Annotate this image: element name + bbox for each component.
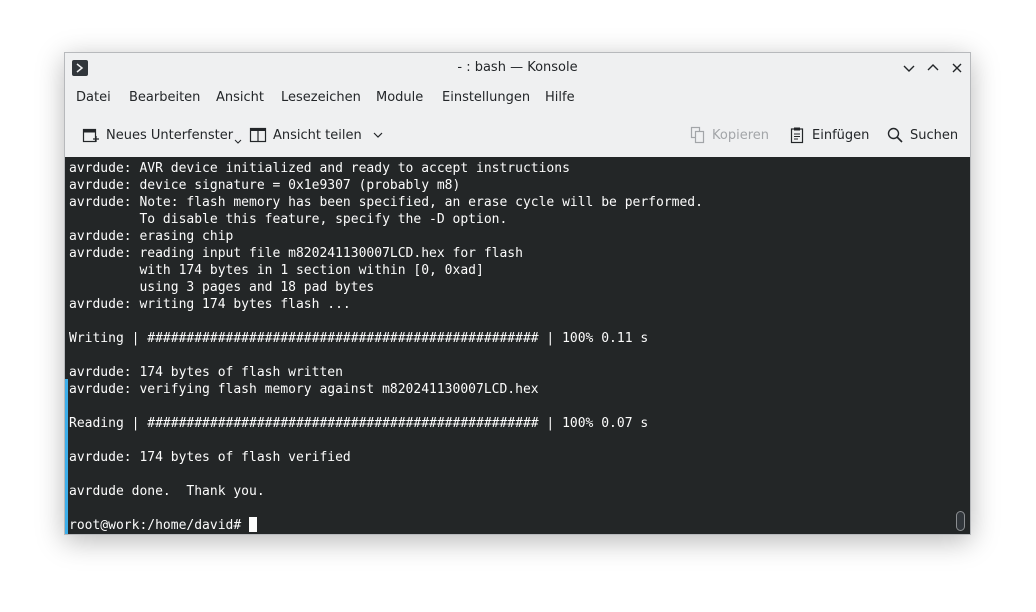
menu-bearbeiten[interactable]: Bearbeiten xyxy=(129,90,200,105)
new-tab-button[interactable]: Neues Unterfenster xyxy=(82,117,242,153)
terminal-line: avrdude: 174 bytes of flash verified xyxy=(69,450,351,465)
window-title: - : bash — Konsole xyxy=(457,60,578,75)
terminal-prompt: root@work:/home/david# xyxy=(69,518,250,533)
title-bar[interactable]: - : bash — Konsole xyxy=(65,53,970,83)
menu-ansicht[interactable]: Ansicht xyxy=(216,90,264,105)
terminal-line: avrdude: writing 174 bytes flash ... xyxy=(69,297,351,312)
terminal-output: avrdude: AVR device initialized and read… xyxy=(69,160,949,534)
scrollbar-handle[interactable] xyxy=(956,511,965,531)
paste-button[interactable]: Einfügen xyxy=(788,117,869,153)
menu-lesezeichen[interactable]: Lesezeichen xyxy=(281,90,361,105)
terminal-cursor xyxy=(249,517,258,532)
split-view-label: Ansicht teilen xyxy=(273,127,362,143)
split-view-icon xyxy=(249,127,267,143)
toolbar: Neues Unterfenster Ansicht teilen Kopier… xyxy=(65,117,970,153)
terminal-line: avrdude: device signature = 0x1e9307 (pr… xyxy=(69,178,461,193)
terminal-line: To disable this feature, specify the -D … xyxy=(69,212,508,227)
chevron-up-icon[interactable] xyxy=(925,60,941,76)
terminal-line: avrdude: verifying flash memory against … xyxy=(69,382,539,397)
terminal-line: avrdude: Note: flash memory has been spe… xyxy=(69,195,703,210)
copy-label: Kopieren xyxy=(712,127,769,143)
chevron-down-icon[interactable] xyxy=(901,60,917,76)
split-view-button[interactable]: Ansicht teilen xyxy=(249,117,384,153)
terminal-line: Writing | ##############################… xyxy=(69,331,649,346)
scroll-position-marker xyxy=(65,379,68,534)
search-label: Suchen xyxy=(910,127,959,143)
copy-icon xyxy=(690,126,705,144)
menu-bar: Datei Bearbeiten Ansicht Lesezeichen Mod… xyxy=(65,83,970,111)
search-icon xyxy=(887,127,903,143)
chevron-down-icon xyxy=(373,132,383,138)
terminal-view[interactable]: avrdude: AVR device initialized and read… xyxy=(65,157,970,534)
search-button[interactable]: Suchen xyxy=(886,117,958,153)
terminal-line: using 3 pages and 18 pad bytes xyxy=(69,280,375,295)
menu-einstellungen[interactable]: Einstellungen xyxy=(442,90,530,105)
terminal-line: with 174 bytes in 1 section within [0, 0… xyxy=(69,263,484,278)
terminal-line: avrdude: 174 bytes of flash written xyxy=(69,365,343,380)
copy-button[interactable]: Kopieren xyxy=(688,117,769,153)
new-tab-icon xyxy=(82,128,99,143)
konsole-window: - : bash — Konsole Datei Bearbeiten Ansi… xyxy=(64,52,971,535)
menu-datei[interactable]: Datei xyxy=(76,90,111,105)
chevron-down-icon xyxy=(234,139,242,144)
new-tab-label: Neues Unterfenster xyxy=(106,127,234,143)
terminal-prompt-line: root@work:/home/david# xyxy=(69,517,949,534)
terminal-line: avrdude done. Thank you. xyxy=(69,484,265,499)
paste-icon xyxy=(790,127,804,144)
terminal-line: avrdude: erasing chip xyxy=(69,229,234,244)
terminal-line: avrdude: reading input file m82024113000… xyxy=(69,246,523,261)
menu-hilfe[interactable]: Hilfe xyxy=(545,90,575,105)
close-icon[interactable] xyxy=(949,60,965,76)
paste-label: Einfügen xyxy=(812,127,870,143)
terminal-line: avrdude: AVR device initialized and read… xyxy=(69,161,570,176)
menu-module[interactable]: Module xyxy=(376,90,423,105)
terminal-line: Reading | ##############################… xyxy=(69,416,649,431)
